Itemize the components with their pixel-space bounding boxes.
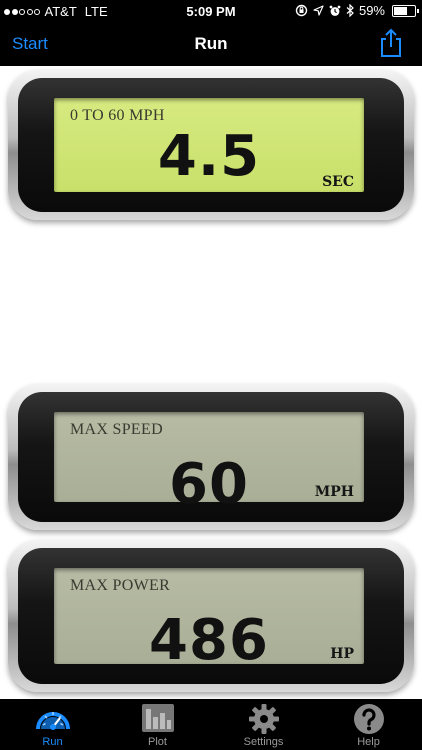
gauge-bezel: 0 TO 60 MPH 4.5 SEC (18, 78, 404, 212)
status-right: 59% (295, 3, 419, 18)
lcd-screen: 0 TO 60 MPH 4.5 SEC (54, 98, 364, 192)
orientation-lock-icon (295, 4, 308, 17)
navigation-bar: Start Run (0, 22, 422, 66)
gauge-unit: SEC (322, 174, 354, 190)
gauge-unit: HP (330, 646, 354, 662)
gauge-value: 4.5 (157, 124, 261, 189)
zero-to-sixty-gauge: 0 TO 60 MPH 4.5 SEC (8, 70, 414, 220)
gauge-label: MAX SPEED (70, 421, 163, 438)
tab-plot[interactable]: Plot (105, 699, 210, 750)
max-speed-gauge: MAX SPEED 60 MPH (8, 384, 414, 530)
status-bar: AT&T LTE 5:09 PM 59% (0, 0, 422, 22)
gauge-label: MAX POWER (70, 577, 171, 594)
gear-icon (211, 703, 316, 734)
battery-percent: 59% (358, 3, 385, 18)
top-bar: AT&T LTE 5:09 PM 59% Start Run (0, 0, 422, 66)
bluetooth-icon (346, 4, 354, 17)
bar-chart-icon (105, 703, 210, 733)
lcd-screen: MAX SPEED 60 MPH (54, 412, 364, 517)
battery-fill (394, 6, 407, 15)
share-icon[interactable] (378, 28, 404, 58)
lcd-screen: MAX POWER 486 HP (54, 568, 364, 673)
location-arrow-icon (313, 5, 324, 16)
tab-label: Help (357, 736, 380, 748)
gauge-value: 486 (149, 608, 269, 673)
tab-run[interactable]: Run (0, 699, 105, 750)
gauge-unit: MPH (314, 484, 354, 500)
gauge-bezel: MAX POWER 486 HP (18, 548, 404, 684)
max-power-gauge: MAX POWER 486 HP (8, 540, 414, 692)
tab-bar: Run Plot Settings Help (0, 699, 422, 750)
page-title: Run (194, 34, 228, 53)
alarm-icon (329, 5, 341, 17)
tab-label: Run (42, 736, 63, 748)
tab-settings[interactable]: Settings (211, 699, 316, 750)
battery-nub (417, 8, 419, 13)
speedometer-icon (0, 703, 105, 733)
tab-help[interactable]: Help (316, 699, 421, 750)
tab-label: Plot (148, 736, 167, 748)
gauge-label: 0 TO 60 MPH (70, 107, 165, 124)
gauge-bezel: MAX SPEED 60 MPH (18, 392, 404, 522)
tab-label: Settings (243, 736, 284, 748)
battery-icon (392, 4, 419, 17)
question-icon (316, 703, 421, 734)
